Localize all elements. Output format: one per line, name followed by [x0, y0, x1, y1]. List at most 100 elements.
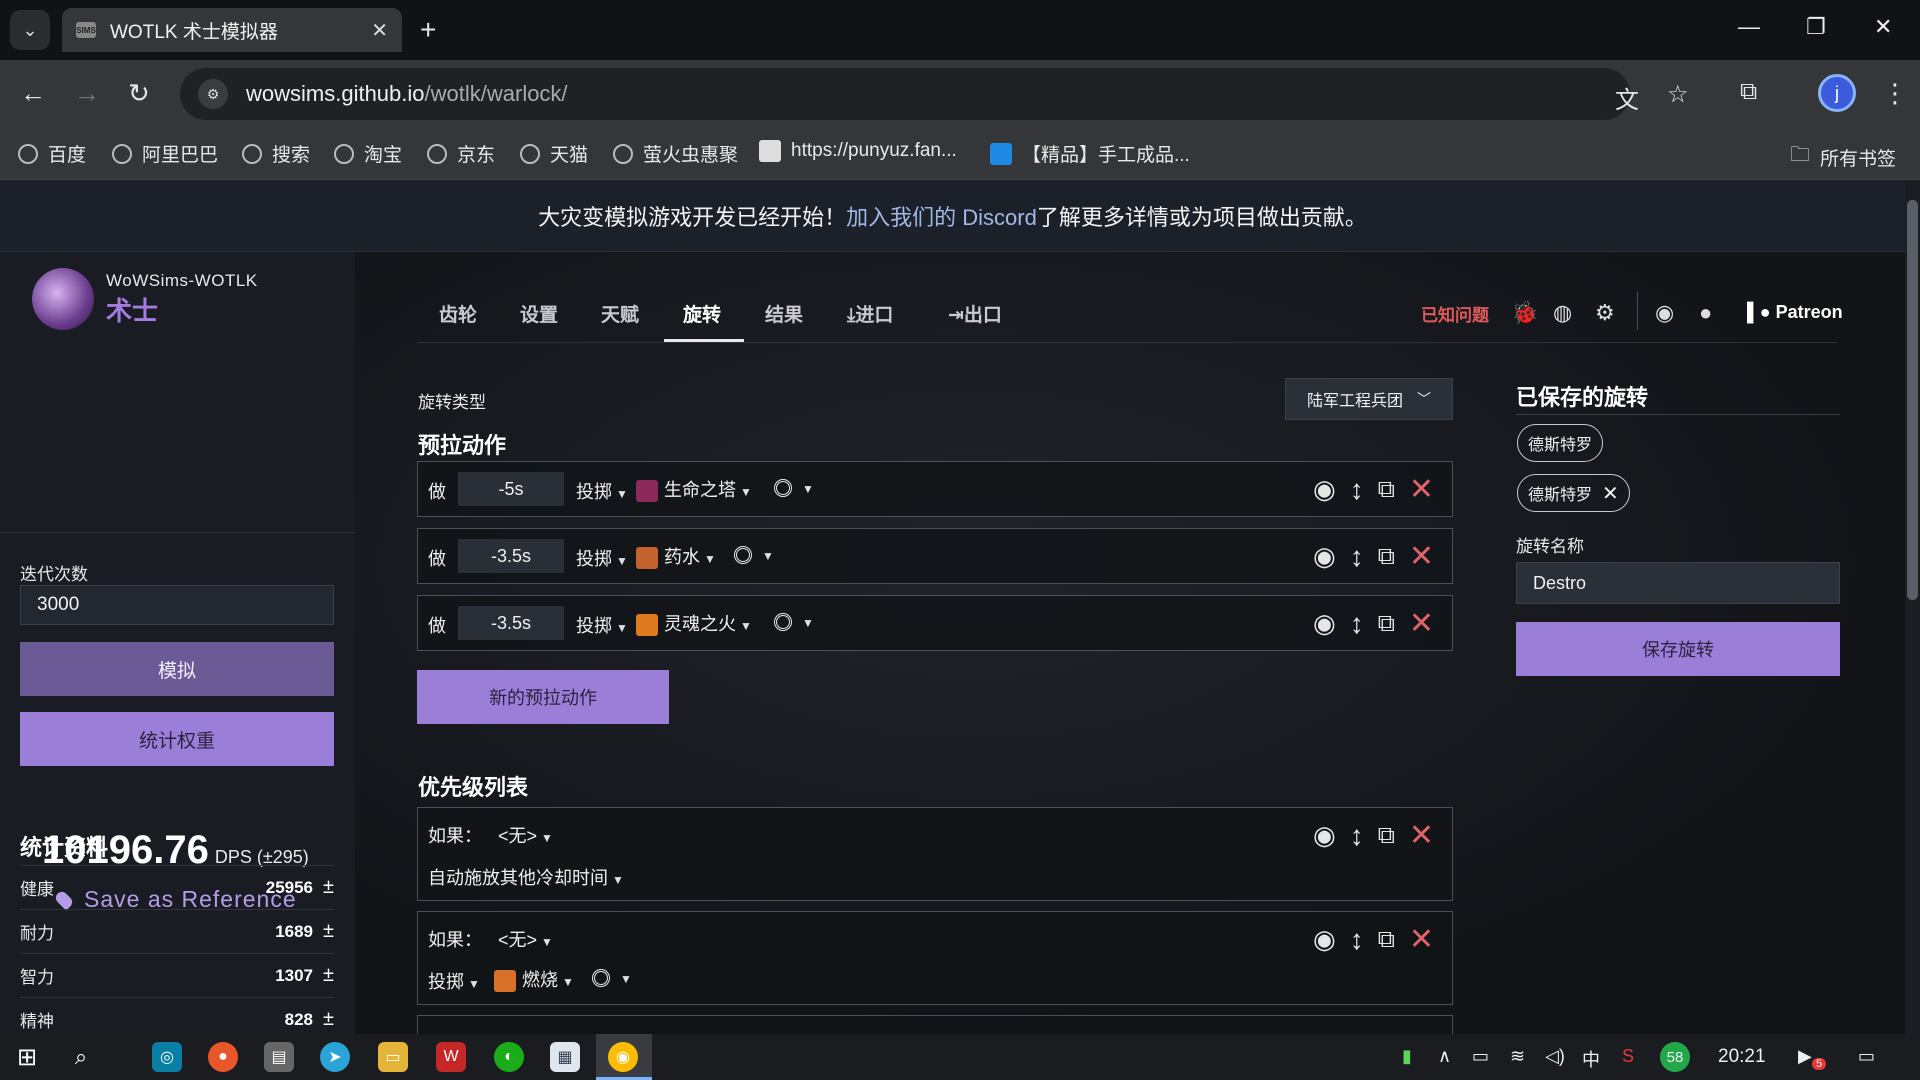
restore-icon[interactable]: ❐	[1806, 14, 1826, 40]
tab-gear[interactable]: 齿轮	[439, 300, 477, 327]
saved-rotation-chip[interactable]: 德斯特罗 ✕	[1517, 474, 1630, 512]
rotation-name-input[interactable]: Destro	[1516, 562, 1840, 604]
action-type-select[interactable]: 投掷 ▼	[576, 478, 628, 504]
bookmark-star-icon[interactable]: ☆	[1667, 80, 1689, 109]
forward-icon[interactable]: →	[74, 78, 100, 109]
new-prepull-button[interactable]: 新的预拉动作	[417, 670, 669, 724]
rotation-type-select[interactable]: 陆军工程兵团 ﹀	[1285, 378, 1453, 420]
tab-search-icon[interactable]: ⌄	[10, 10, 50, 50]
brand[interactable]: WoWSims-WOTLK 术士	[32, 268, 258, 330]
language-icon[interactable]: ◍	[1553, 300, 1572, 326]
media-icon[interactable]: ▶	[1798, 1046, 1812, 1067]
firefox-icon[interactable]: ●	[208, 1042, 238, 1072]
windows-start-icon[interactable]: ⊞	[12, 1042, 42, 1072]
eye-icon[interactable]: ◉	[1313, 820, 1336, 851]
sogou-icon[interactable]: S	[1622, 1046, 1634, 1067]
bookmark-item[interactable]: 京东	[427, 140, 495, 167]
delete-icon[interactable]: ✕	[1409, 606, 1434, 641]
delete-icon[interactable]: ✕	[1409, 472, 1434, 507]
condition-select[interactable]: <无> ▼	[498, 926, 553, 952]
minimize-icon[interactable]: —	[1738, 14, 1760, 40]
spell-select[interactable]: 灵魂之火 ▼	[636, 610, 752, 637]
eye-icon[interactable]: ◉	[1313, 541, 1336, 572]
action-type-select[interactable]: 投掷 ▼	[576, 545, 628, 571]
address-bar[interactable]: ⚙ wowsims.github.io/wotlk/warlock/ 文 ☆	[180, 68, 1689, 120]
bookmark-item[interactable]: 萤火虫惠聚	[613, 140, 738, 167]
discord-link[interactable]: 加入我们的 Discord	[846, 200, 1037, 232]
tab-results[interactable]: 结果	[765, 300, 803, 327]
wifi-icon[interactable]: ≋	[1510, 1046, 1525, 1067]
action-type-select[interactable]: 投掷 ▼	[428, 968, 480, 994]
tray-expand-icon[interactable]: ∧	[1438, 1046, 1451, 1067]
target-select[interactable]: ▼	[734, 544, 774, 565]
remove-icon[interactable]: ✕	[1602, 481, 1619, 506]
browser-tab[interactable]: SIMS WOTLK 术士模拟器 ✕	[62, 8, 402, 52]
bookmark-item[interactable]: 天猫	[520, 140, 588, 167]
eye-icon[interactable]: ◉	[1313, 474, 1336, 505]
action-type-select[interactable]: 投掷 ▼	[576, 612, 628, 638]
bookmark-item[interactable]: 阿里巴巴	[112, 140, 218, 167]
back-icon[interactable]: ←	[20, 78, 46, 109]
tab-talents[interactable]: 天赋	[601, 300, 639, 327]
stat-weights-button[interactable]: 统计权重	[20, 712, 334, 766]
battery-icon[interactable]: ▭	[1472, 1046, 1489, 1067]
new-tab-icon[interactable]: +	[420, 14, 436, 46]
tab-export[interactable]: ⇥出口	[948, 300, 1002, 327]
action-select[interactable]: 自动施放其他冷却时间 ▼	[428, 864, 624, 890]
wechat-icon[interactable]: ◐	[494, 1042, 524, 1072]
all-bookmarks[interactable]: 🗀 所有书签	[1790, 140, 1896, 174]
patreon-link[interactable]: ▌● Patreon	[1747, 302, 1843, 323]
close-tab-icon[interactable]: ✕	[371, 18, 388, 43]
bookmark-item[interactable]: 百度	[18, 140, 86, 167]
badge-counter[interactable]: 58	[1660, 1042, 1690, 1072]
reorder-icon[interactable]: ↕	[1350, 474, 1364, 506]
delete-icon[interactable]: ✕	[1409, 539, 1434, 574]
site-info-icon[interactable]: ⚙	[198, 79, 228, 109]
iterations-input[interactable]: 3000	[20, 585, 334, 625]
bookmark-item[interactable]: https://punyuz.fan...	[759, 140, 957, 162]
wps-icon[interactable]: W	[436, 1042, 466, 1072]
target-select[interactable]: ▼	[774, 477, 814, 498]
condition-select[interactable]: <无> ▼	[498, 822, 553, 848]
tab-settings[interactable]: 设置	[520, 300, 558, 327]
saved-rotation-chip[interactable]: 德斯特罗	[1517, 424, 1604, 462]
prepull-time-input[interactable]: -3.5s	[458, 539, 564, 573]
bookmark-item[interactable]: 【精品】手工成品...	[990, 140, 1190, 167]
volume-icon[interactable]: ◁)	[1545, 1046, 1565, 1067]
chrome-icon[interactable]: ◉	[608, 1042, 638, 1072]
gear-icon[interactable]: ⚙	[1595, 300, 1615, 326]
eye-icon[interactable]: ◉	[1313, 924, 1336, 955]
close-window-icon[interactable]: ✕	[1874, 14, 1892, 40]
eye-icon[interactable]: ◉	[1313, 608, 1336, 639]
spell-select[interactable]: 生命之塔 ▼	[636, 476, 752, 503]
copy-icon[interactable]: ⧉	[1378, 926, 1395, 954]
stat-breakdown-icon[interactable]: ±	[323, 876, 334, 898]
copy-icon[interactable]: ⧉	[1378, 476, 1395, 504]
file-explorer-icon[interactable]: ▭	[378, 1042, 408, 1072]
bookmark-item[interactable]: 淘宝	[334, 140, 402, 167]
github-icon[interactable]: ●	[1699, 300, 1712, 326]
reorder-icon[interactable]: ↕	[1350, 924, 1364, 956]
stat-breakdown-icon[interactable]: ±	[323, 1008, 334, 1030]
app-icon[interactable]: ▤	[264, 1042, 294, 1072]
app-icon[interactable]: ▦	[550, 1042, 580, 1072]
reorder-icon[interactable]: ↕	[1350, 608, 1364, 640]
target-select[interactable]: ▼	[774, 611, 814, 632]
copy-icon[interactable]: ⧉	[1378, 610, 1395, 638]
prepull-time-input[interactable]: -3.5s	[458, 606, 564, 640]
stat-breakdown-icon[interactable]: ±	[323, 920, 334, 942]
app-icon[interactable]: ◎	[152, 1042, 182, 1072]
bug-icon[interactable]: 🐞	[1511, 300, 1538, 326]
page-scrollbar[interactable]	[1905, 180, 1920, 1034]
prepull-time-input[interactable]: -5s	[458, 472, 564, 506]
reorder-icon[interactable]: ↕	[1350, 541, 1364, 573]
delete-icon[interactable]: ✕	[1409, 818, 1434, 853]
battery-app-icon[interactable]: ▮	[1402, 1046, 1412, 1067]
copy-icon[interactable]: ⧉	[1378, 543, 1395, 571]
known-issues-link[interactable]: 已知问题	[1421, 301, 1489, 326]
simulate-button[interactable]: 模拟	[20, 642, 334, 696]
spell-select[interactable]: 药水 ▼	[636, 543, 716, 570]
bookmark-item[interactable]: 搜索	[242, 140, 310, 167]
stat-breakdown-icon[interactable]: ±	[323, 964, 334, 986]
extensions-icon[interactable]: ⧉	[1740, 78, 1757, 106]
